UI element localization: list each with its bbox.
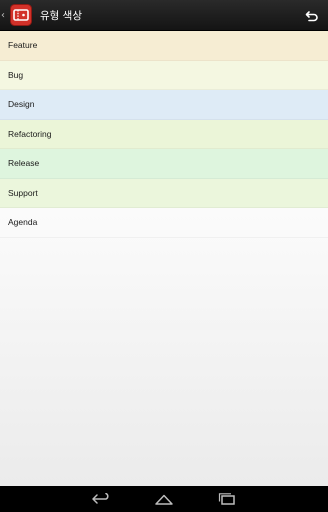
type-color-item-agenda[interactable]: Agenda [0,208,328,238]
page-title: 유형 색상 [40,9,82,22]
type-color-item-feature[interactable]: Feature [0,31,328,61]
type-color-item-design[interactable]: Design [0,90,328,120]
type-color-item-support[interactable]: Support [0,178,328,208]
type-color-label: Bug [8,69,24,80]
back-icon[interactable] [89,489,113,509]
type-color-item-refactoring[interactable]: Refactoring [0,119,328,149]
type-color-list-container: Feature Bug Design Refactoring Release Suppor… [0,31,328,486]
chevron-left-icon[interactable]: ‹ [1,0,7,31]
type-color-label: Feature [8,40,38,51]
action-bar: ‹ 유형 색상 [0,0,328,31]
system-navigation-bar [0,486,328,512]
type-color-label: Refactoring [8,128,52,139]
ticket-icon[interactable] [9,3,33,27]
type-color-item-bug[interactable]: Bug [0,60,328,90]
type-color-item-release[interactable]: Release [0,149,328,179]
type-color-list: Feature Bug Design Refactoring Release Suppor… [0,31,328,238]
type-color-label: Design [8,99,35,110]
type-color-label: Release [8,158,40,169]
undo-icon[interactable] [302,6,322,26]
type-color-label: Support [8,187,38,198]
type-color-label: Agenda [8,217,38,228]
home-icon[interactable] [152,489,176,509]
recents-icon[interactable] [215,489,239,509]
